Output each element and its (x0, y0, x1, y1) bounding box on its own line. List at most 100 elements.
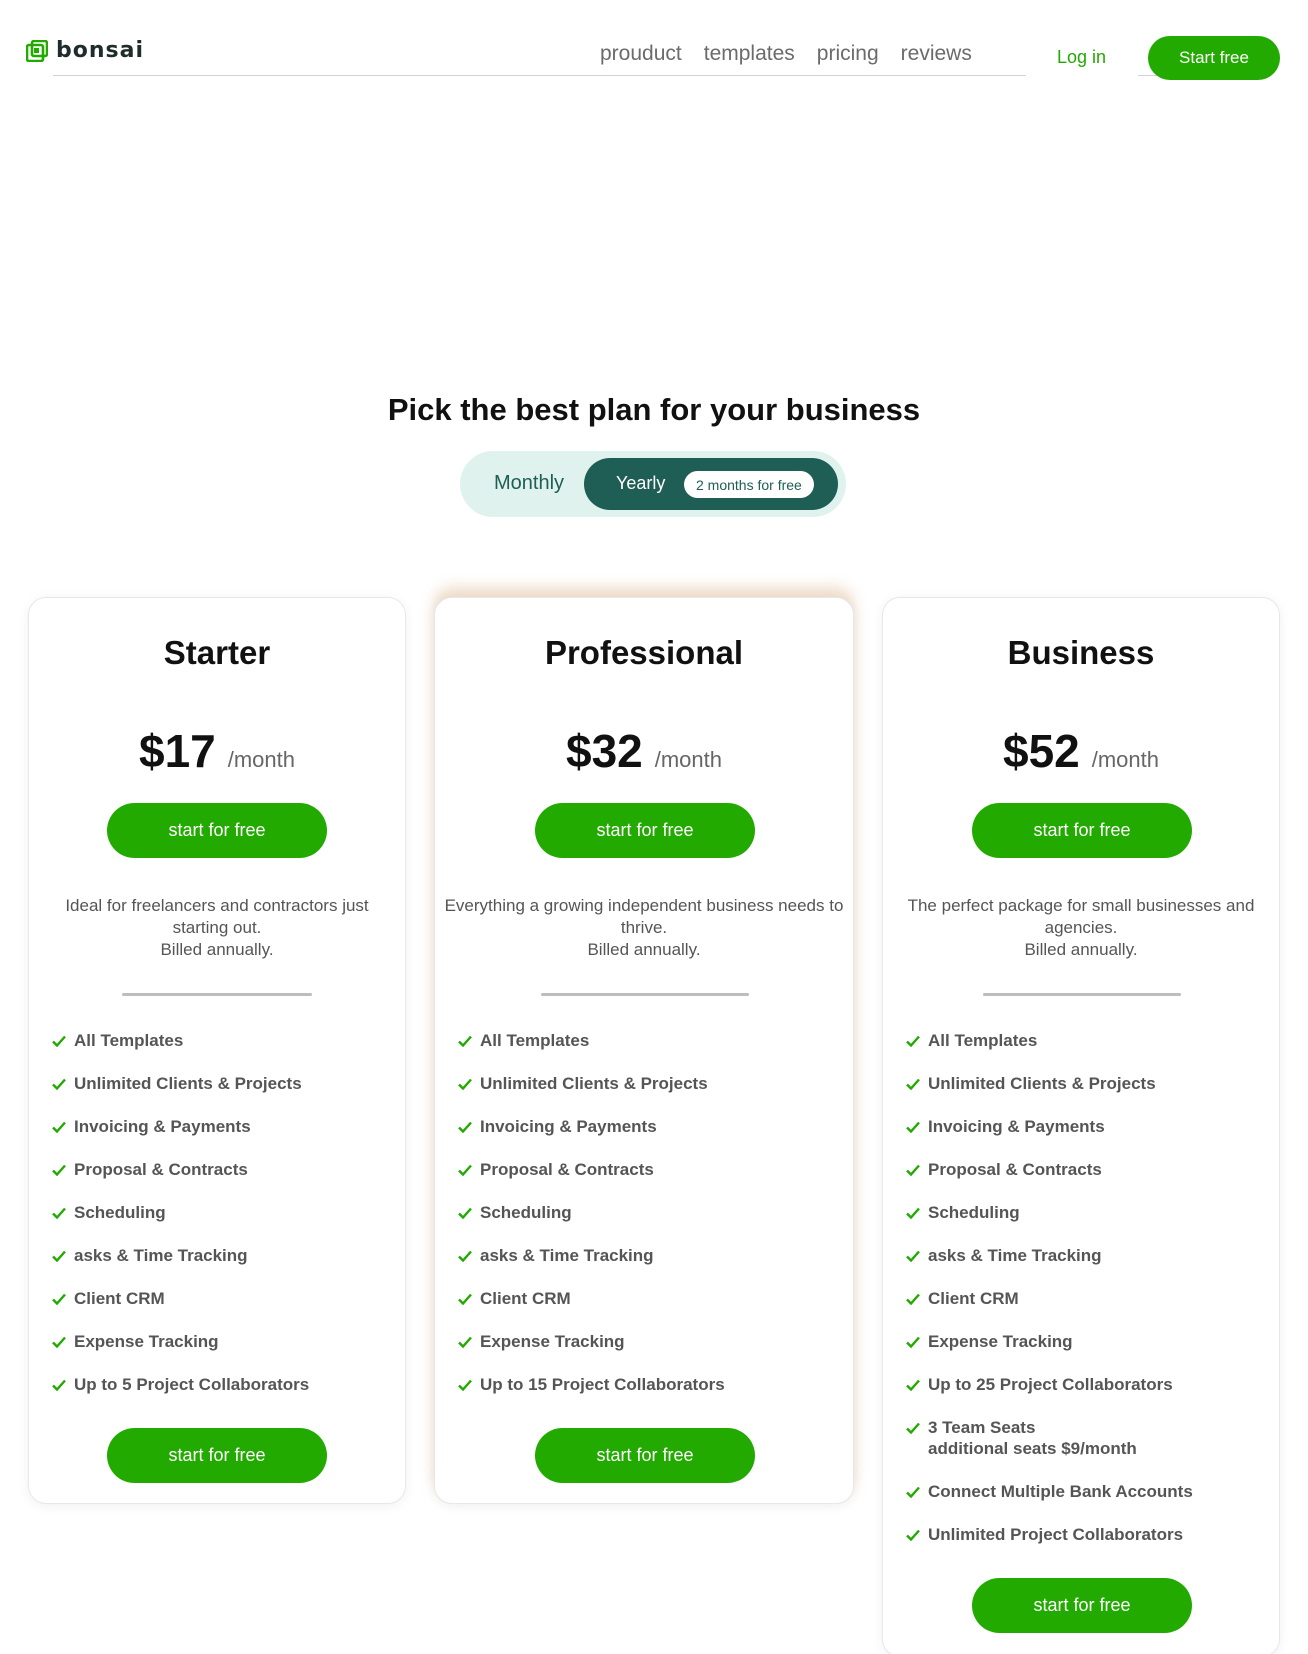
check-icon (52, 1121, 66, 1134)
feature-item: Unlimited Clients & Projects (905, 1073, 1193, 1116)
toggle-yearly[interactable]: Yearly 2 months for free (584, 458, 838, 510)
plan-divider (122, 993, 312, 996)
start-for-free-bottom-button[interactable]: start for free (535, 1428, 755, 1483)
check-icon (52, 1164, 66, 1177)
plan-description-text: Everything a growing independent busines… (444, 896, 844, 937)
bonsai-logo-icon (26, 39, 48, 62)
feature-label: Unlimited Clients & Projects (928, 1074, 1156, 1093)
check-icon (458, 1164, 472, 1177)
start-for-free-button[interactable]: start for free (535, 803, 755, 858)
plan-price-row: $17 /month (29, 724, 405, 778)
plan-price: $52 (1002, 725, 1080, 777)
check-icon (906, 1293, 920, 1306)
feature-item: All Templates (905, 1030, 1193, 1073)
feature-label: Scheduling (480, 1203, 572, 1222)
feature-label-note: additional seats $9/month (928, 1439, 1137, 1458)
start-for-free-bottom-button[interactable]: start for free (107, 1428, 327, 1483)
feature-label: Client CRM (928, 1289, 1019, 1308)
feature-item: Connect Multiple Bank Accounts (905, 1481, 1193, 1524)
nav-item-reviews[interactable]: reviews (901, 42, 972, 66)
plan-name: Starter (163, 634, 271, 671)
check-icon (906, 1035, 920, 1048)
plan-period: /month (654, 747, 722, 772)
discount-badge: 2 months for free (684, 471, 814, 498)
site-header: bonsai prouduct templates pricing review… (0, 0, 1308, 110)
start-for-free-button[interactable]: start for free (107, 803, 327, 858)
plan-card-professional: Professional $32 /month start for free E… (434, 597, 854, 1504)
feature-list: All Templates Unlimited Clients & Projec… (457, 1030, 725, 1417)
check-icon (458, 1035, 472, 1048)
start-for-free-bottom-button[interactable]: start for free (972, 1578, 1192, 1633)
feature-item: Proposal & Contracts (51, 1159, 309, 1202)
feature-label: Up to 5 Project Collaborators (74, 1375, 310, 1394)
check-icon (458, 1121, 472, 1134)
nav-item-product[interactable]: prouduct (600, 42, 682, 66)
check-icon (458, 1293, 472, 1306)
check-icon (458, 1379, 472, 1392)
feature-item: Up to 15 Project Collaborators (457, 1374, 725, 1417)
feature-label: Expense Tracking (928, 1332, 1073, 1351)
feature-item: Up to 5 Project Collaborators (51, 1374, 309, 1417)
check-icon (906, 1250, 920, 1263)
feature-item: Unlimited Clients & Projects (51, 1073, 309, 1116)
check-icon (52, 1035, 66, 1048)
plan-divider (983, 993, 1181, 996)
plan-description: Ideal for freelancers and contractors ju… (43, 895, 391, 961)
feature-label: asks & Time Tracking (74, 1246, 248, 1265)
check-icon (906, 1486, 920, 1499)
check-icon (52, 1336, 66, 1349)
feature-label: Proposal & Contracts (480, 1160, 654, 1179)
feature-item: Scheduling (905, 1202, 1193, 1245)
toggle-monthly[interactable]: Monthly (494, 472, 564, 495)
check-icon (906, 1078, 920, 1091)
feature-label: Scheduling (74, 1203, 166, 1222)
feature-item: Up to 25 Project Collaborators (905, 1374, 1193, 1417)
start-for-free-button[interactable]: start for free (972, 803, 1192, 858)
check-icon (52, 1293, 66, 1306)
plan-billing-note: Billed annually. (1024, 940, 1138, 959)
feature-label-main: 3 Team Seats (928, 1418, 1036, 1437)
feature-list: All Templates Unlimited Clients & Projec… (51, 1030, 309, 1417)
feature-label: asks & Time Tracking (480, 1246, 654, 1265)
feature-item: Unlimited Project Collaborators (905, 1524, 1193, 1567)
start-free-button[interactable]: Start free (1148, 36, 1280, 80)
check-icon (458, 1336, 472, 1349)
billing-toggle: Monthly Yearly 2 months for free (460, 451, 846, 517)
feature-item: Proposal & Contracts (905, 1159, 1193, 1202)
feature-label: 3 Team Seats additional seats $9/month (928, 1417, 1137, 1459)
feature-item: Expense Tracking (457, 1331, 725, 1374)
feature-item: All Templates (457, 1030, 725, 1073)
check-icon (52, 1379, 66, 1392)
plan-period: /month (227, 747, 295, 772)
feature-label: Connect Multiple Bank Accounts (928, 1482, 1193, 1501)
nav-item-pricing[interactable]: pricing (817, 42, 879, 66)
plan-card-business: Business $52 /month start for free The p… (882, 597, 1280, 1654)
plan-description-text: The perfect package for small businesses… (907, 896, 1255, 937)
plan-description: The perfect package for small businesses… (891, 895, 1271, 961)
feature-item: Proposal & Contracts (457, 1159, 725, 1202)
plan-price-row: $52 /month (883, 724, 1279, 778)
login-link[interactable]: Log in (1057, 47, 1106, 68)
feature-list: All Templates Unlimited Clients & Projec… (905, 1030, 1193, 1567)
feature-item: Expense Tracking (905, 1331, 1193, 1374)
feature-label: Expense Tracking (480, 1332, 625, 1351)
check-icon (906, 1164, 920, 1177)
feature-label: Scheduling (928, 1203, 1020, 1222)
feature-label: All Templates (928, 1031, 1038, 1050)
plan-price: $32 (565, 725, 643, 777)
feature-item: Invoicing & Payments (457, 1116, 725, 1159)
check-icon (52, 1250, 66, 1263)
feature-item: Client CRM (457, 1288, 725, 1331)
feature-item: Client CRM (905, 1288, 1193, 1331)
main-nav: prouduct templates pricing reviews (600, 42, 994, 66)
feature-label: Client CRM (74, 1289, 165, 1308)
nav-divider (53, 75, 1026, 76)
nav-item-templates[interactable]: templates (704, 42, 795, 66)
feature-item: Client CRM (51, 1288, 309, 1331)
check-icon (458, 1250, 472, 1263)
feature-label: Up to 15 Project Collaborators (480, 1375, 725, 1394)
check-icon (458, 1207, 472, 1220)
feature-label: Invoicing & Payments (74, 1117, 251, 1136)
feature-label: Unlimited Project Collaborators (928, 1525, 1184, 1544)
brand-logo[interactable]: bonsai (26, 38, 144, 63)
